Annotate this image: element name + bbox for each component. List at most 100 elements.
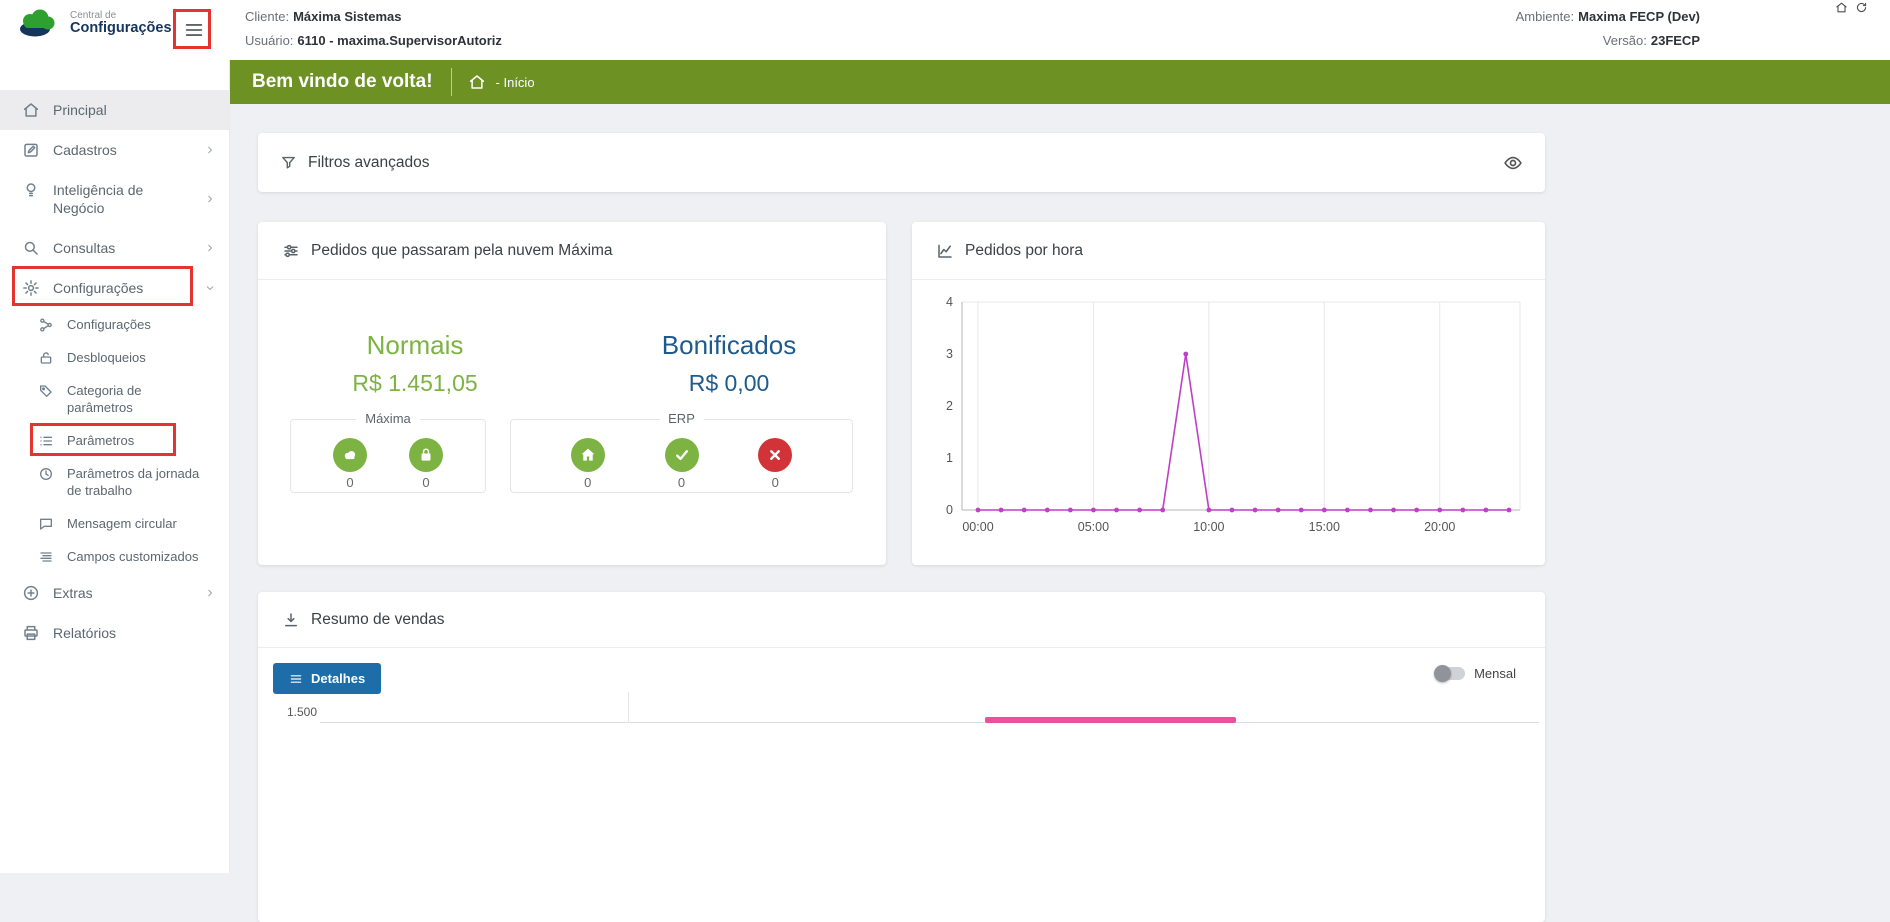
download-icon [282, 611, 300, 629]
chart-line-icon [936, 242, 954, 260]
sidebar-subitem-categoria-de-parametros[interactable]: Categoria de parâmetros [0, 374, 229, 424]
toggle-track[interactable] [1435, 667, 1465, 680]
chevron-right-icon [204, 587, 216, 599]
sidebar-item-label: Inteligência de Negócio [53, 181, 175, 217]
counter-value: 0 [678, 475, 685, 490]
sidebar-subitem-configuracoes[interactable]: Configurações [0, 308, 229, 341]
app-logo: Central de Configurações [16, 8, 172, 38]
sidebar-item-extras[interactable]: Extras [0, 573, 229, 613]
bonus-orders-value: R$ 0,00 [572, 370, 886, 397]
normal-orders-label: Normais [258, 330, 572, 361]
toggle-knob[interactable] [1434, 665, 1451, 682]
chevron-down-icon [204, 282, 216, 294]
sales-chart-ytick: 1.500 [287, 705, 317, 719]
sidebar-subitem-parametros[interactable]: Parâmetros [0, 424, 229, 457]
sidebar-item-label: Configurações [53, 279, 143, 297]
error-counter: 0 [758, 438, 792, 490]
sidebar-item-label: Principal [53, 101, 107, 119]
sales-card-title: Resumo de vendas [311, 611, 445, 629]
top-header: Central de Configurações Cliente:Máxima … [0, 0, 1890, 60]
maxima-status-group: Máxima 0 0 [290, 419, 486, 493]
refresh-icon[interactable] [1855, 1, 1868, 14]
menu-icon [289, 672, 303, 686]
orders-per-hour-card: Pedidos por hora 0123400:0005:0010:0015:… [912, 222, 1545, 565]
clock-icon [38, 466, 54, 482]
chevron-right-icon [204, 144, 216, 156]
menu-toggle-button[interactable] [181, 19, 207, 41]
counter-value: 0 [772, 475, 779, 490]
tag-icon [38, 383, 54, 399]
orders-per-hour-chart: 0123400:0005:0010:0015:0020:00 [912, 280, 1545, 565]
sales-chart: 1.500 [258, 692, 1545, 762]
welcome-text: Bem vindo de volta! [252, 71, 433, 93]
sidebar-item-label: Configurações [67, 316, 151, 333]
sidebar-item-consultas[interactable]: Consultas [0, 228, 229, 268]
counter-value: 0 [422, 475, 429, 490]
sidebar-item-label: Extras [53, 584, 93, 602]
chevron-right-icon [204, 193, 216, 205]
svg-text:4: 4 [946, 295, 953, 309]
advanced-filters-card: Filtros avançados [258, 133, 1545, 192]
user-info: Usuário:6110 - maxima.SupervisorAutoriz [245, 33, 502, 48]
layers-icon [38, 549, 54, 565]
sidebar-subitem-campos-customizados[interactable]: Campos customizados [0, 540, 229, 573]
sales-chart-gridline-vertical [628, 692, 629, 723]
filters-card-title: Filtros avançados [308, 154, 429, 172]
hierarchy-icon [38, 317, 54, 333]
chevron-right-icon [204, 242, 216, 254]
counter-value: 0 [584, 475, 591, 490]
details-button[interactable]: Detalhes [273, 663, 381, 694]
home-icon [571, 438, 605, 472]
sidebar-item-label: Campos customizados [67, 548, 199, 565]
sidebar-item-label: Parâmetros da jornada de trabalho [67, 465, 203, 499]
sidebar-subitem-desbloqueios[interactable]: Desbloqueios [0, 341, 229, 374]
printer-icon [22, 624, 40, 642]
monthly-toggle-label: Mensal [1474, 666, 1516, 681]
sidebar-subitem-parametros-da-jornada[interactable]: Parâmetros da jornada de trabalho [0, 457, 229, 507]
lock-counter: 0 [409, 438, 443, 490]
details-button-label: Detalhes [311, 671, 365, 686]
client-info: Cliente:Máxima Sistemas [245, 9, 502, 24]
versao-info: Versão:23FECP [1603, 33, 1700, 48]
filter-icon [280, 154, 297, 171]
toggle-visibility-button[interactable] [1503, 153, 1523, 173]
home-icon [22, 101, 40, 119]
sidebar-item-cadastros[interactable]: Cadastros [0, 130, 229, 170]
bonus-orders-stat: Bonificados R$ 0,00 [572, 330, 886, 397]
close-icon [758, 438, 792, 472]
sidebar-item-label: Parâmetros [67, 432, 134, 449]
maxima-group-label: Máxima [356, 411, 420, 426]
app-title-small: Central de [70, 10, 172, 21]
gear-icon [22, 279, 40, 297]
svg-text:2: 2 [946, 399, 953, 413]
plus-circle-icon [22, 584, 40, 602]
sidebar-subitem-mensagem-circular[interactable]: Mensagem circular [0, 507, 229, 540]
erp-status-group: ERP 0 0 0 [510, 419, 853, 493]
svg-text:10:00: 10:00 [1193, 520, 1224, 534]
check-counter: 0 [665, 438, 699, 490]
monthly-toggle[interactable]: Mensal [1435, 666, 1516, 681]
session-info: Cliente:Máxima Sistemas Usuário:6110 - m… [245, 9, 502, 48]
lock-icon [409, 438, 443, 472]
home-icon[interactable] [468, 73, 486, 91]
list-icon [38, 433, 54, 449]
bulb-icon [22, 181, 40, 199]
svg-text:3: 3 [946, 347, 953, 361]
home-icon[interactable] [1835, 1, 1848, 14]
sales-chart-gridline-horizontal [320, 722, 1539, 723]
cloud-logo-icon [16, 8, 62, 38]
ambiente-info: Ambiente:Maxima FECP (Dev) [1516, 9, 1700, 24]
sidebar-item-principal[interactable]: Principal [0, 90, 229, 130]
sales-chart-bar-segment [985, 717, 1236, 723]
sidebar-item-label: Relatórios [53, 624, 116, 642]
counter-value: 0 [346, 475, 353, 490]
sidebar-item-relatorios[interactable]: Relatórios [0, 613, 229, 653]
main-content: Filtros avançados Pedidos que passaram p… [230, 104, 1890, 873]
sidebar-item-label: Cadastros [53, 141, 117, 159]
sidebar-item-configuracoes[interactable]: Configurações [0, 268, 229, 308]
home-counter: 0 [571, 438, 605, 490]
search-icon [22, 239, 40, 257]
normal-orders-value: R$ 1.451,05 [258, 370, 572, 397]
svg-text:1: 1 [946, 451, 953, 465]
sidebar-item-inteligencia-de-negocio[interactable]: Inteligência de Negócio [0, 170, 229, 228]
